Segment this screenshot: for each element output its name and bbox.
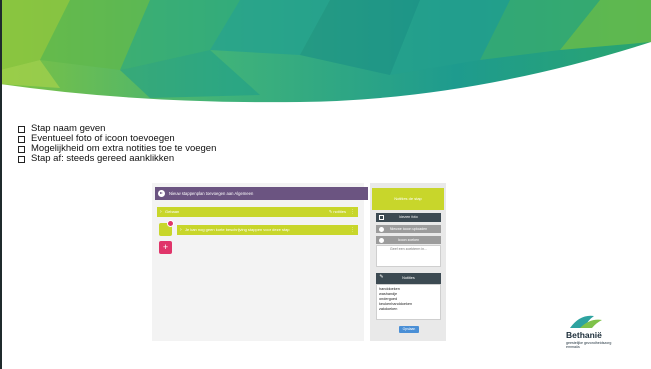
note-line: zakdoeken bbox=[379, 307, 398, 311]
upload-icon-label: Nieuwe icoon uploaden bbox=[389, 227, 428, 231]
add-step-button[interactable]: + bbox=[159, 241, 172, 254]
step-label: Gebaan bbox=[165, 209, 180, 214]
upload-icon-button[interactable]: Nieuwe icoon uploaden bbox=[376, 225, 441, 233]
menu-icon[interactable]: ⋮ bbox=[350, 225, 355, 235]
slide: Stap naam geven Eventueel foto of icoon … bbox=[0, 0, 651, 369]
notification-badge bbox=[167, 220, 174, 227]
step-row[interactable]: › Je kan nog geen korte beschrijving sta… bbox=[177, 225, 358, 235]
logo-subtitle-line: emmaüs bbox=[566, 345, 580, 350]
step-notes-label[interactable]: ✎ notities bbox=[329, 207, 346, 217]
chevron-right-icon[interactable]: › bbox=[180, 225, 182, 235]
notes-panel: Notities de stap kiezen foto Nieuwe icoo… bbox=[370, 183, 446, 341]
logo-name: Bethanië bbox=[566, 330, 602, 340]
bullet-list: Stap naam geven Eventueel foto of icoon … bbox=[18, 124, 216, 164]
left-edge-line bbox=[0, 0, 2, 369]
choose-photo-button[interactable]: kiezen foto bbox=[376, 213, 441, 222]
pencil-icon: ✎ bbox=[379, 274, 384, 280]
checkbox-bullet-icon bbox=[18, 155, 25, 163]
steps-area: Nieuw stappenplan toevoegen aan Algemeen… bbox=[152, 183, 368, 341]
menu-icon[interactable]: ⋮ bbox=[350, 207, 355, 217]
bullet-item: Stap af: steeds gereed aanklikken bbox=[18, 154, 216, 164]
notes-header-label: Notities bbox=[402, 276, 415, 280]
icon-search-box[interactable]: Geef een zoekterm in... bbox=[376, 245, 441, 267]
search-icon-button[interactable]: Icoon zoeken bbox=[376, 236, 441, 244]
checkbox-bullet-icon bbox=[18, 145, 25, 153]
notes-header-button[interactable]: ✎ Notities bbox=[376, 273, 441, 284]
logo-subtitle: geestelijke gezondheidszorg emmaüs bbox=[566, 341, 611, 349]
search-icon-label: Icoon zoeken bbox=[397, 238, 420, 242]
app-screenshot: Nieuw stappenplan toevoegen aan Algemeen… bbox=[152, 183, 446, 341]
panel-title: Notities de stap bbox=[372, 188, 444, 210]
checkbox-bullet-icon bbox=[18, 135, 25, 143]
icon-search-input[interactable]: Geef een zoekterm in... bbox=[377, 246, 440, 253]
choose-photo-label: kiezen foto bbox=[399, 215, 418, 219]
bullet-text: Stap af: steeds gereed aanklikken bbox=[31, 153, 175, 164]
search-icon bbox=[379, 237, 384, 243]
save-button[interactable]: Opslaan bbox=[399, 326, 419, 333]
image-icon bbox=[379, 215, 384, 220]
step-label: Je kan nog geen korte beschrijving stapp… bbox=[185, 227, 290, 232]
notes-textarea[interactable]: handdoeken washandje ondergoed keukenhan… bbox=[376, 284, 441, 320]
play-icon[interactable] bbox=[158, 190, 165, 197]
stepplan-header-text: Nieuw stappenplan toevoegen aan Algemeen bbox=[169, 191, 254, 196]
banner-graphic bbox=[0, 0, 651, 103]
checkbox-bullet-icon bbox=[18, 125, 25, 133]
step-row[interactable]: › Gebaan ✎ notities ⋮ bbox=[157, 207, 358, 217]
stepplan-header[interactable]: Nieuw stappenplan toevoegen aan Algemeen bbox=[155, 187, 368, 200]
cloud-upload-icon bbox=[379, 226, 384, 232]
chevron-right-icon[interactable]: › bbox=[160, 207, 162, 217]
